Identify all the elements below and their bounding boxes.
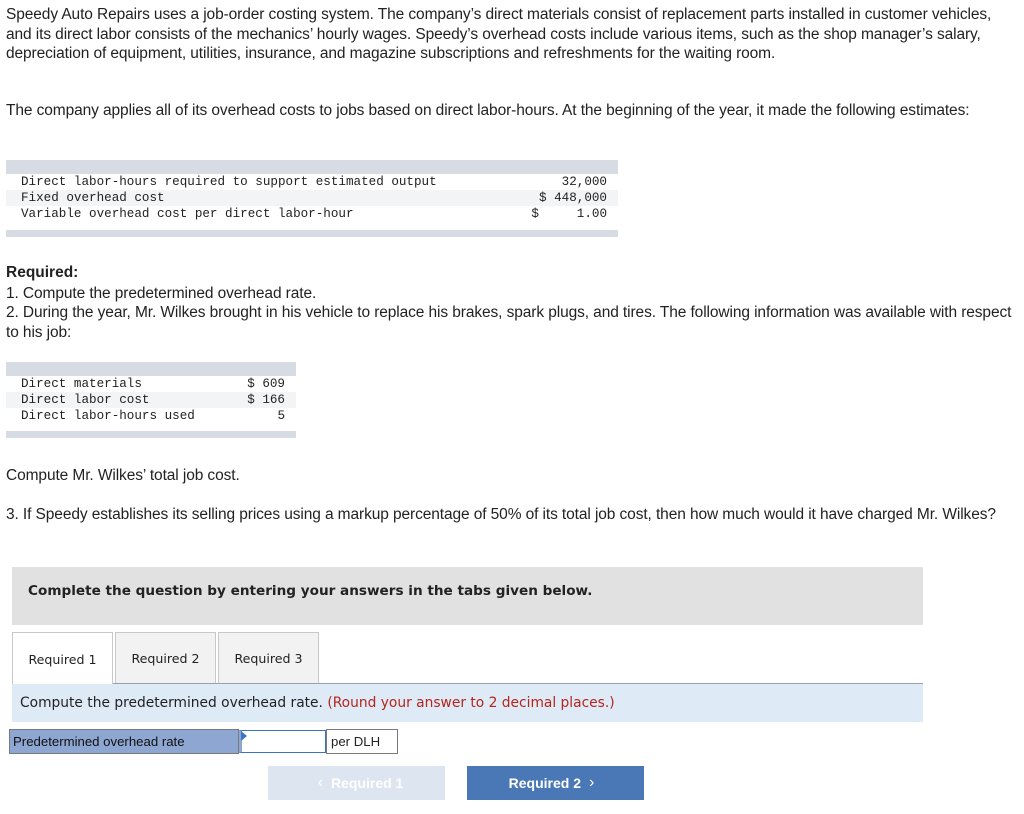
tab-required-1[interactable]: Required 1: [12, 632, 113, 685]
required-heading: Required:: [6, 264, 79, 281]
row-value: $ 166: [247, 393, 285, 407]
required-item-1: 1. Compute the predetermined overhead ra…: [6, 285, 317, 302]
table-row: Direct labor cost $ 166: [6, 392, 296, 408]
intro-paragraph-1: Speedy Auto Repairs uses a job-order cos…: [6, 6, 992, 62]
intro-paragraph-2: The company applies all of its overhead …: [6, 102, 970, 119]
table-header-band: [6, 362, 296, 376]
banner-text: Complete the question by entering your a…: [28, 583, 593, 599]
job-table: Direct materials $ 609 Direct labor cost…: [6, 362, 296, 438]
instructions-banner: Complete the question by entering your a…: [12, 567, 923, 625]
required-item-2: 2. During the year, Mr. Wilkes brought i…: [6, 304, 1012, 341]
table-row: Variable overhead cost per direct labor-…: [6, 206, 618, 222]
next-required-button[interactable]: Required 2 ›: [467, 766, 644, 800]
instruction-text: Compute the predetermined overhead rate.: [20, 695, 323, 711]
input-flag-icon: [241, 731, 247, 741]
instruction-line: Compute the predetermined overhead rate.…: [20, 695, 615, 711]
question-instruction: Compute the predetermined overhead rate.…: [12, 684, 923, 722]
overhead-rate-input[interactable]: [242, 731, 325, 752]
row-label: Direct labor-hours required to support e…: [21, 175, 437, 189]
table-header-band: [6, 160, 618, 174]
chevron-right-icon: ›: [589, 774, 595, 791]
row-value: 5: [277, 409, 285, 423]
chevron-left-icon: ‹: [317, 774, 323, 791]
row-label: Direct labor cost: [21, 393, 150, 407]
tab-required-3[interactable]: Required 3: [218, 632, 319, 683]
table-row: Direct labor-hours used 5: [6, 408, 296, 424]
answer-label: Predetermined overhead rate: [9, 729, 239, 754]
table-footer-band: [6, 431, 296, 438]
prev-button-label: Required 1: [330, 775, 404, 791]
rounding-hint: (Round your answer to 2 decimal places.): [327, 695, 615, 711]
table-row: Direct materials $ 609: [6, 376, 296, 392]
row-value: $ 1.00: [531, 207, 607, 221]
prev-required-button[interactable]: ‹ Required 1: [268, 766, 445, 800]
row-label: Variable overhead cost per direct labor-…: [21, 207, 354, 221]
answer-unit: per DLH: [326, 729, 398, 754]
row-value: 32,000: [538, 175, 607, 189]
compute-total-text: Compute Mr. Wilkes’ total job cost.: [6, 467, 240, 484]
tab-required-2[interactable]: Required 2: [115, 632, 216, 683]
table-row: Fixed overhead cost $ 448,000: [6, 190, 618, 206]
estimates-table: Direct labor-hours required to support e…: [6, 160, 618, 237]
row-label: Direct labor-hours used: [21, 409, 195, 423]
row-value: $ 448,000: [538, 191, 607, 205]
row-label: Fixed overhead cost: [21, 191, 165, 205]
required-item-3: 3. If Speedy establishes its selling pri…: [6, 506, 996, 523]
tab-bar: Required 1 Required 2 Required 3: [12, 632, 321, 685]
row-label: Direct materials: [21, 377, 142, 391]
answer-row: Predetermined overhead rate per DLH: [9, 729, 398, 754]
next-button-label: Required 2: [508, 775, 582, 791]
table-row: Direct labor-hours required to support e…: [6, 174, 618, 190]
table-footer-band: [6, 230, 618, 237]
overhead-rate-field[interactable]: [239, 730, 326, 753]
row-value: $ 609: [247, 377, 285, 391]
